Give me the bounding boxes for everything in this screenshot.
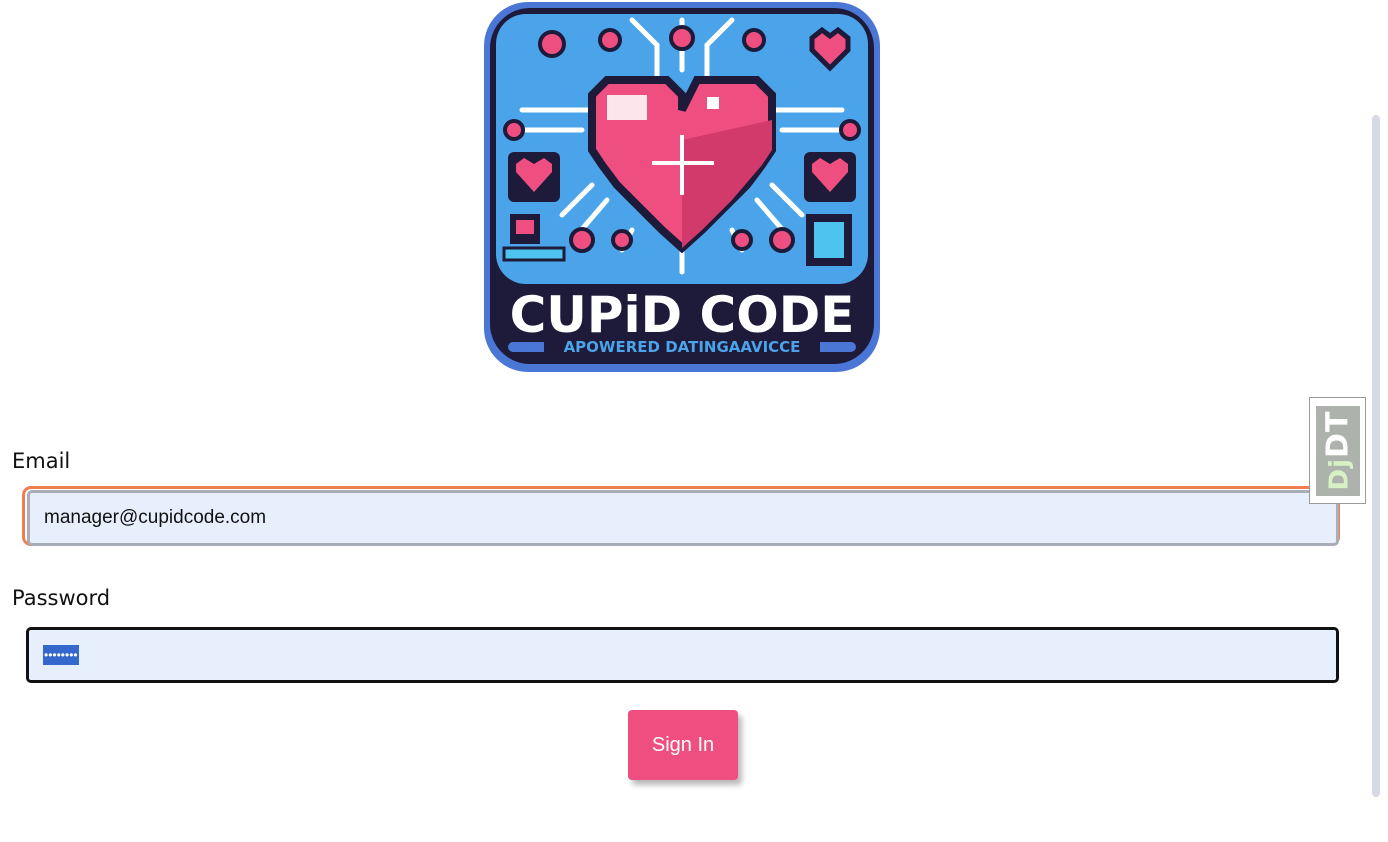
djdt-prefix: Dj bbox=[1324, 457, 1354, 491]
password-field[interactable]: •••••••• bbox=[26, 627, 1339, 683]
cupid-code-logo: CUPiD CODE APOWERED DATINGAAVICCE bbox=[482, 0, 882, 374]
django-debug-toolbar-handle[interactable]: DjDT bbox=[1309, 397, 1366, 504]
scrollbar[interactable] bbox=[1372, 115, 1380, 797]
password-selected-text: •••••••• bbox=[43, 645, 79, 665]
email-label: Email bbox=[12, 449, 71, 473]
logo-title: CUPiD CODE bbox=[510, 286, 855, 344]
sign-in-button[interactable]: Sign In bbox=[628, 710, 738, 780]
djdt-suffix: DT bbox=[1320, 410, 1355, 458]
email-field[interactable] bbox=[27, 490, 1339, 546]
password-label: Password bbox=[12, 586, 111, 610]
djdt-logo: DjDT bbox=[1315, 405, 1360, 496]
logo-tagline: APOWERED DATINGAAVICCE bbox=[564, 338, 801, 356]
